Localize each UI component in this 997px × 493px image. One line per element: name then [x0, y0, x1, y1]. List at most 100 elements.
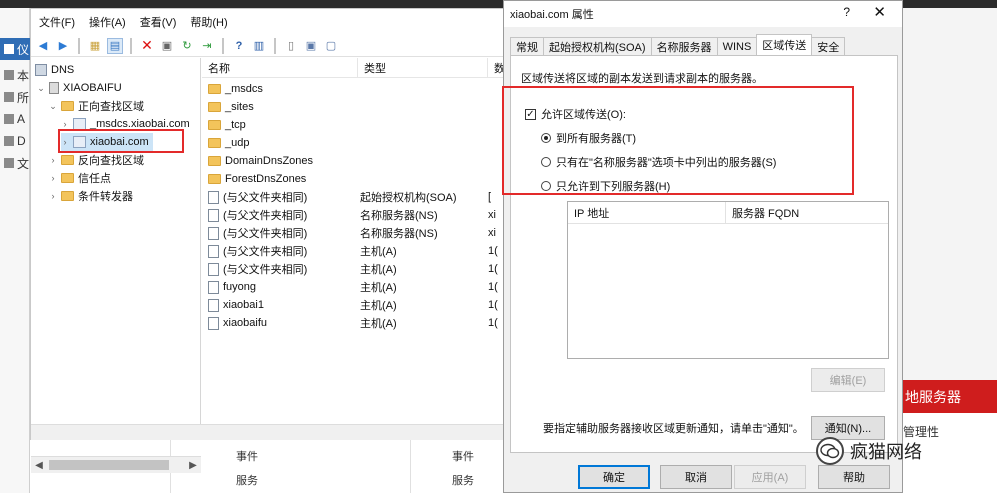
tab-zone-transfers[interactable]: 区域传送	[756, 34, 813, 55]
chevron-right-icon[interactable]: ›	[49, 155, 57, 165]
cell-name: _msdcs	[202, 83, 358, 95]
table-row[interactable]: _udp	[202, 134, 504, 152]
cell-type: 主机(A)	[360, 282, 397, 294]
help-icon[interactable]: ?	[231, 38, 247, 54]
record-icon[interactable]: ▢	[323, 38, 339, 54]
nav-item-all[interactable]: 所	[0, 86, 30, 108]
table-row[interactable]: DomainDnsZones	[202, 152, 504, 170]
nav-item-dashboard[interactable]: 仪	[0, 38, 30, 60]
tree-node-reverse-zones[interactable]: › 反向查找区域	[49, 151, 144, 169]
table-row[interactable]: (与父文件夹相同) 主机(A) 1(	[202, 260, 504, 278]
properties-icon[interactable]: ▣	[159, 38, 175, 54]
folder-icon	[208, 84, 221, 94]
tree-node-server[interactable]: ⌄ XIAOBAIFU	[37, 79, 122, 97]
column-header-type[interactable]: 类型	[358, 57, 488, 78]
console-icon[interactable]: ▥	[251, 38, 267, 54]
nav-item-ad[interactable]: A	[0, 108, 30, 130]
server-ip-list[interactable]: IP 地址 服务器 FQDN	[567, 201, 889, 359]
cell-name: (与父文件夹相同)	[202, 225, 358, 241]
events-link[interactable]: 事件	[236, 448, 258, 464]
tree-node-forward-zones[interactable]: ⌄ 正向查找区域	[49, 97, 144, 115]
column-header-ip[interactable]: IP 地址	[568, 201, 726, 224]
chevron-right-icon[interactable]: ›	[61, 119, 69, 129]
nav-item-local[interactable]: 本	[0, 64, 30, 86]
chevron-down-icon[interactable]: ⌄	[49, 101, 57, 112]
tab-soa[interactable]: 起始授权机构(SOA)	[543, 37, 652, 55]
chevron-right-icon[interactable]: ›	[49, 173, 57, 183]
server-manager-right-area	[903, 8, 997, 380]
menu-file[interactable]: 文件(F)	[39, 14, 75, 30]
tab-security[interactable]: 安全	[811, 37, 846, 55]
cell-name: (与父文件夹相同)	[202, 189, 358, 205]
tab-name-servers[interactable]: 名称服务器	[650, 37, 718, 55]
table-row[interactable]: (与父文件夹相同) 起始授权机构(SOA)[	[202, 188, 504, 206]
column-header-fqdn[interactable]: 服务器 FQDN	[726, 202, 888, 224]
services-link[interactable]: 服务	[236, 472, 258, 488]
delete-icon[interactable]: ✕	[139, 37, 155, 54]
column-header-name[interactable]: 名称	[202, 57, 358, 78]
record-name: (与父文件夹相同)	[223, 228, 308, 240]
ok-button[interactable]: 确定	[578, 465, 650, 489]
folder-icon	[61, 155, 74, 165]
apply-button[interactable]: 应用(A)	[734, 465, 806, 489]
forward-arrow-icon[interactable]: ▶	[55, 38, 71, 54]
domain-icon[interactable]: ▣	[303, 38, 319, 54]
record-icon	[208, 190, 219, 204]
cancel-button[interactable]: 取消	[660, 465, 732, 489]
tree-node-trust-points[interactable]: › 信任点	[49, 169, 111, 187]
annotation-box-transfer-options	[502, 86, 854, 195]
folder-icon	[61, 101, 74, 111]
cell-name: _tcp	[202, 119, 358, 131]
table-row[interactable]: (与父文件夹相同) 名称服务器(NS) xi	[202, 224, 504, 242]
tree-node-conditional-forwarders[interactable]: › 条件转发器	[49, 187, 133, 205]
table-row[interactable]: (与父文件夹相同) 名称服务器(NS) xi	[202, 206, 504, 224]
cell-type: 主机(A)	[360, 318, 397, 330]
tree-horizontal-scrollbar[interactable]: ◀ ▶	[31, 456, 201, 473]
column-header-data[interactable]: 数	[488, 58, 505, 78]
help-icon[interactable]: ?	[843, 5, 850, 19]
folder-icon	[208, 174, 221, 184]
tile-divider	[410, 440, 411, 493]
nav-item-files[interactable]: 文	[0, 152, 30, 174]
table-row[interactable]: xiaobai1 主机(A) 1(	[202, 296, 504, 314]
close-icon[interactable]: ✕	[873, 3, 886, 21]
toolbar-separator	[130, 37, 132, 54]
services-link[interactable]: 服务	[452, 472, 474, 488]
table-row[interactable]: _tcp	[202, 116, 504, 134]
back-arrow-icon[interactable]: ◀	[35, 38, 51, 54]
tab-general[interactable]: 常规	[510, 37, 544, 55]
table-row[interactable]: _sites	[202, 98, 504, 116]
menu-help[interactable]: 帮助(H)	[190, 14, 227, 30]
chevron-right-icon[interactable]: ›	[49, 191, 57, 201]
menu-action[interactable]: 操作(A)	[89, 14, 126, 30]
record-name: xiaobaifu	[223, 317, 268, 329]
events-link[interactable]: 事件	[452, 448, 474, 464]
table-row[interactable]: ForestDnsZones	[202, 170, 504, 188]
table-row[interactable]: fuyong 主机(A) 1(	[202, 278, 504, 296]
menu-view[interactable]: 查看(V)	[140, 14, 177, 30]
nav-item-dns[interactable]: D	[0, 130, 30, 152]
cell-name: (与父文件夹相同)	[202, 243, 358, 259]
scroll-left-icon[interactable]: ◀	[31, 457, 47, 473]
dns-icon	[35, 64, 47, 76]
list-view-icon[interactable]: ▤	[107, 37, 123, 54]
export-icon[interactable]: ⇥	[199, 38, 215, 54]
table-row[interactable]: _msdcs	[202, 80, 504, 98]
record-name: DomainDnsZones	[225, 155, 314, 167]
local-server-panel[interactable]: 地服务器	[903, 380, 997, 413]
server-icon[interactable]: ▯	[283, 38, 299, 54]
record-name: xiaobai1	[223, 299, 264, 311]
edit-button[interactable]: 编辑(E)	[811, 368, 885, 392]
tab-wins[interactable]: WINS	[716, 37, 758, 55]
ip-list-header: IP 地址 服务器 FQDN	[568, 201, 888, 224]
scroll-thumb[interactable]	[49, 460, 169, 470]
tree-node-dns[interactable]: DNS	[35, 61, 74, 79]
folder-up-icon[interactable]: ▦	[87, 38, 103, 54]
scroll-right-icon[interactable]: ▶	[185, 457, 201, 473]
refresh-icon[interactable]: ↻	[179, 38, 195, 54]
table-row[interactable]: xiaobaifu 主机(A) 1(	[202, 314, 504, 332]
help-button[interactable]: 帮助	[818, 465, 890, 489]
chevron-down-icon[interactable]: ⌄	[37, 83, 45, 94]
cell-type: 起始授权机构(SOA)	[360, 192, 457, 204]
table-row[interactable]: (与父文件夹相同) 主机(A) 1(	[202, 242, 504, 260]
